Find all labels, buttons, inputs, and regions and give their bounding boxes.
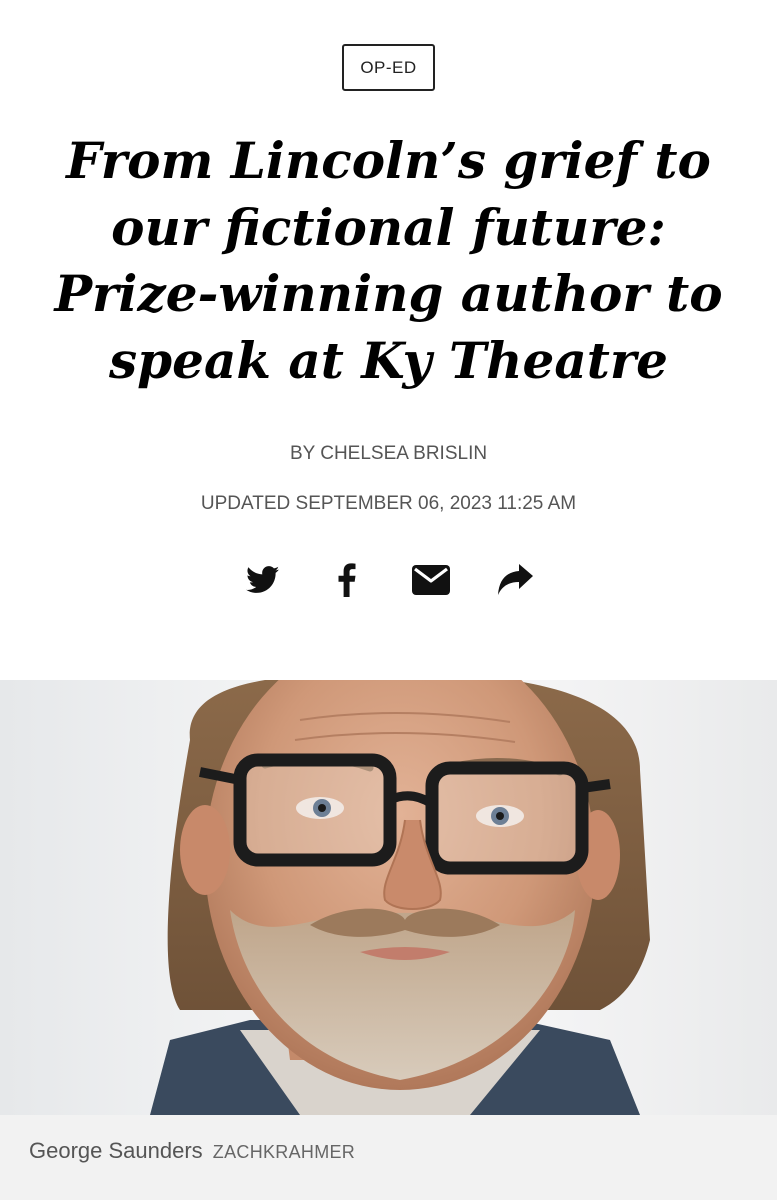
- email-share-button[interactable]: [411, 560, 451, 600]
- more-share-button[interactable]: [495, 560, 535, 600]
- twitter-icon: [245, 566, 279, 593]
- share-bar: [0, 560, 777, 600]
- caption-text: George Saunders: [29, 1138, 203, 1163]
- article-headline: From Lincoln’s grief to our fictional fu…: [54, 131, 723, 390]
- author-portrait-image: [150, 680, 650, 1115]
- byline: BY CHELSEA BRISLIN: [289, 443, 488, 464]
- photo-credit: ZACHKRAHMER: [212, 1142, 356, 1162]
- photo-caption: George Saunders ZACHKRAHMER: [29, 1138, 355, 1164]
- twitter-share-button[interactable]: [243, 560, 283, 600]
- facebook-share-button[interactable]: [327, 560, 367, 600]
- share-arrow-icon: [497, 564, 533, 595]
- facebook-icon: [338, 563, 355, 597]
- author-photo: [0, 680, 777, 1115]
- section-badge[interactable]: OP-ED: [342, 44, 435, 91]
- email-icon: [411, 565, 450, 595]
- updated-timestamp: UPDATED SEPTEMBER 06, 2023 11:25 AM: [200, 493, 577, 514]
